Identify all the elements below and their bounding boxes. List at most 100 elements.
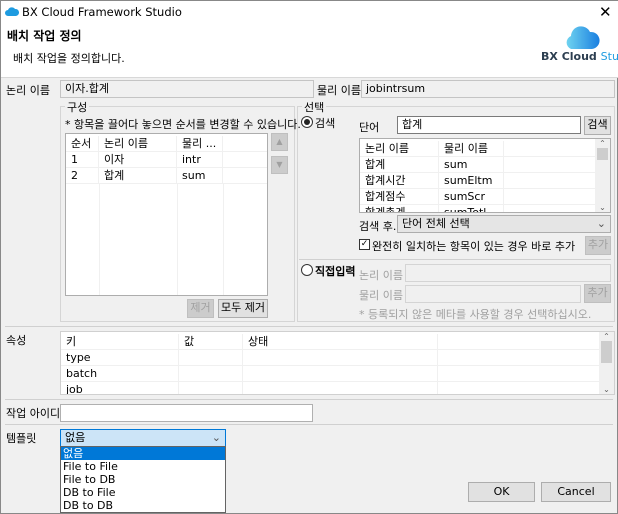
direct-logical-label: 논리 이름 <box>359 269 403 282</box>
exact-match-checkbox[interactable]: ✓ <box>359 239 370 250</box>
cell: job <box>61 382 179 394</box>
word-label: 단어 <box>359 121 380 134</box>
cell: batch <box>61 366 179 382</box>
direct-input-label: 직접입력 <box>315 265 356 278</box>
logical-name-input[interactable]: 이자.합계 <box>60 80 314 98</box>
table-row[interactable]: 2 합계 sum <box>66 168 267 184</box>
cancel-button[interactable]: Cancel <box>541 482 611 502</box>
after-search-label: 검색 후.. <box>359 220 400 233</box>
column-header <box>223 136 267 152</box>
chevron-up-icon[interactable]: ⌃ <box>595 139 610 148</box>
cell: sum <box>439 157 504 173</box>
cell: 2 <box>66 168 99 184</box>
divider <box>5 399 613 400</box>
cell: intr <box>177 152 223 168</box>
table-row[interactable]: type <box>61 350 614 366</box>
dialog-window: BX Cloud Framework Studio ✕ 배치 작업 정의 배치 … <box>0 0 618 514</box>
arrow-up-icon: ▲ <box>276 137 283 146</box>
close-icon[interactable]: ✕ <box>599 3 612 21</box>
table-row[interactable]: 1 이자 intr <box>66 152 267 168</box>
composition-table[interactable]: 순서 논리 이름 물리 ... 1 이자 intr 2 합계 sum <box>65 133 268 296</box>
cloud-icon <box>5 7 19 16</box>
column-header[interactable]: 논리 이름 <box>360 141 439 157</box>
scroll-thumb[interactable] <box>601 341 612 363</box>
direct-logical-input[interactable] <box>405 264 611 282</box>
grid-line <box>223 184 224 295</box>
table-row[interactable]: 합계시간 sumEltm <box>360 173 610 189</box>
physical-name-input[interactable]: jobintrsum <box>361 80 615 98</box>
column-header[interactable]: 논리 이름 <box>99 136 177 152</box>
page-subtitle: 배치 작업을 정의합니다. <box>13 52 125 65</box>
table-row[interactable]: 합계 sum <box>360 157 610 173</box>
cell: 합계 <box>360 157 439 173</box>
template-select[interactable]: 없음 ⌄ <box>60 429 226 447</box>
chevron-up-icon[interactable]: ⌃ <box>599 332 614 341</box>
cell: 이자 <box>99 152 177 168</box>
exact-match-label: 완전히 일치하는 항목이 있는 경우 바로 추가 <box>372 240 576 253</box>
template-option[interactable]: DB to File <box>61 486 225 499</box>
composition-hint: * 항목을 끌어다 놓으면 순서를 변경할 수 있습니다. <box>65 118 301 131</box>
table-header: 키 값 상태 <box>61 334 614 350</box>
add-button[interactable]: 추가 <box>585 236 611 255</box>
direct-input-radio[interactable] <box>301 264 313 276</box>
remove-all-button[interactable]: 모두 제거 <box>218 299 268 318</box>
column-header[interactable]: 값 <box>179 334 243 350</box>
dialog-header: 배치 작업 정의 배치 작업을 정의합니다. BX Cloud Studio <box>1 23 618 78</box>
template-option[interactable]: DB to DB <box>61 499 225 512</box>
template-option[interactable]: File to DB <box>61 473 225 486</box>
divider <box>299 259 611 260</box>
chevron-down-icon[interactable]: ⌄ <box>599 385 614 394</box>
cell: 합계 <box>99 168 177 184</box>
ok-button[interactable]: OK <box>468 482 535 502</box>
table-row[interactable]: job <box>61 382 614 394</box>
cell: sumScr <box>439 189 504 205</box>
remove-button[interactable]: 제거 <box>187 299 214 318</box>
table-header: 순서 논리 이름 물리 ... <box>66 136 267 152</box>
template-label: 템플릿 <box>6 432 37 445</box>
cell <box>223 152 267 168</box>
table-row[interactable]: 합계점수 sumScr <box>360 189 610 205</box>
table-row[interactable]: 합계총계 sumTotl <box>360 205 610 212</box>
cell: type <box>61 350 179 366</box>
search-radio[interactable] <box>301 116 313 128</box>
template-value: 없음 <box>65 431 86 444</box>
move-down-button[interactable]: ▼ <box>271 156 288 174</box>
job-id-label: 작업 아이디 <box>6 407 61 420</box>
column-header[interactable]: 키 <box>61 334 179 350</box>
after-search-value: 단어 전체 선택 <box>402 217 470 230</box>
selection-title: 선택 <box>302 99 327 115</box>
table-row[interactable]: batch <box>61 366 614 382</box>
table-header: 논리 이름 물리 이름 <box>360 141 610 157</box>
properties-table[interactable]: 키 값 상태 type batch job ⌃ ⌄ <box>60 331 615 395</box>
cell: 합계시간 <box>360 173 439 189</box>
vertical-scrollbar[interactable]: ⌃ ⌄ <box>595 139 610 212</box>
job-id-input[interactable] <box>60 404 313 422</box>
cell <box>223 168 267 184</box>
column-header[interactable]: 물리 이름 <box>439 141 504 157</box>
cell: 1 <box>66 152 99 168</box>
search-radio-label: 검색 <box>315 117 336 130</box>
template-option[interactable]: File to File <box>61 460 225 473</box>
direct-physical-input[interactable] <box>405 285 581 303</box>
vertical-scrollbar[interactable]: ⌃ ⌄ <box>599 332 614 394</box>
logo-icon <box>566 26 600 49</box>
title-bar: BX Cloud Framework Studio ✕ <box>1 1 618 23</box>
cell: sumEltm <box>439 173 504 189</box>
page-title: 배치 작업 정의 <box>7 29 82 43</box>
search-results-table[interactable]: 논리 이름 물리 이름 합계 sum 합계시간 sumEltm 합계점수 sumScr … <box>359 138 611 213</box>
search-button[interactable]: 검색 <box>584 116 611 135</box>
cell: 합계점수 <box>360 189 439 205</box>
template-option[interactable]: 없음 <box>61 447 225 460</box>
column-header[interactable]: 순서 <box>66 136 99 152</box>
cell: sum <box>177 168 223 184</box>
move-up-button[interactable]: ▲ <box>271 133 288 151</box>
scroll-thumb[interactable] <box>597 148 608 160</box>
column-header[interactable]: 물리 ... <box>177 136 223 152</box>
after-search-select[interactable]: 단어 전체 선택 ⌄ <box>397 215 611 233</box>
logo-text: BX Cloud Studio <box>541 50 618 63</box>
column-header[interactable]: 상태 <box>243 334 438 350</box>
word-input[interactable]: 합계 <box>397 116 581 134</box>
chevron-down-icon[interactable]: ⌄ <box>595 203 610 212</box>
direct-add-button[interactable]: 추가 <box>584 284 611 303</box>
composition-title: 구성 <box>65 99 90 115</box>
